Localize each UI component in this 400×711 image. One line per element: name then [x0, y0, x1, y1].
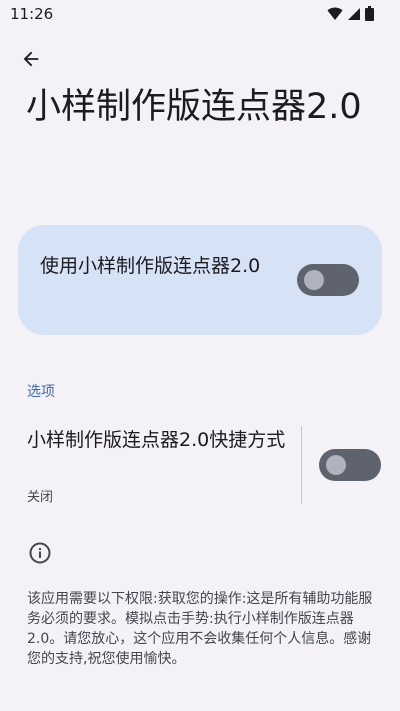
options-section-header: 选项 — [27, 384, 55, 400]
arrow-left-icon — [23, 51, 39, 67]
wifi-icon — [327, 7, 343, 20]
info-icon — [29, 542, 51, 564]
status-time: 11:26 — [10, 5, 54, 23]
status-bar: 11:26 — [0, 0, 400, 28]
signal-icon — [348, 7, 360, 20]
status-icons — [327, 6, 374, 21]
shortcut-title: 小样制作版连点器2.0快捷方式 — [27, 429, 286, 451]
permissions-info-text: 该应用需要以下权限:获取您的操作:这是所有辅助功能服务必须的要求。模拟点击手势:… — [27, 591, 373, 667]
main-switch-toggle[interactable] — [297, 264, 359, 296]
shortcut-switch-toggle[interactable] — [319, 449, 381, 481]
battery-icon — [365, 6, 374, 21]
switch-thumb — [304, 270, 324, 290]
main-switch-card[interactable]: 使用小样制作版连点器2.0 — [18, 225, 382, 335]
divider — [301, 426, 302, 504]
back-button[interactable] — [16, 44, 46, 74]
main-switch-label: 使用小样制作版连点器2.0 — [40, 255, 261, 277]
shortcut-setting-row[interactable]: 小样制作版连点器2.0快捷方式 关闭 — [0, 420, 400, 512]
page-title: 小样制作版连点器2.0 — [26, 87, 362, 127]
shortcut-summary: 关闭 — [27, 490, 54, 505]
switch-thumb — [326, 455, 346, 475]
